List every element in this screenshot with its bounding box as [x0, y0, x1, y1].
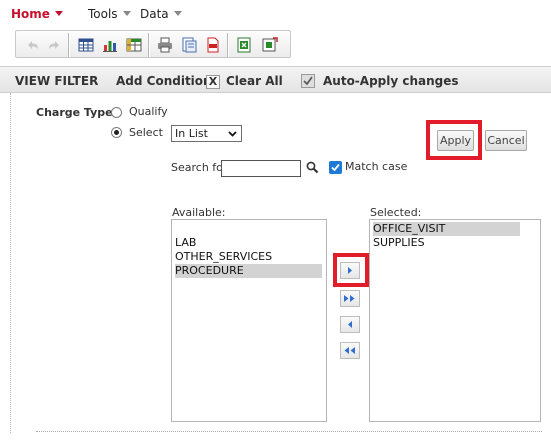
view-filter-header: VIEW FILTER Add Condition X Clear All Au… [0, 66, 551, 93]
print-icon[interactable] [156, 36, 174, 54]
menu-tools[interactable]: Tools [88, 7, 131, 21]
menu-home[interactable]: Home [11, 7, 63, 21]
export-icon[interactable] [180, 36, 198, 54]
available-label: Available: [172, 206, 226, 219]
selected-listbox[interactable]: OFFICE_VISIT SUPPLIES [369, 219, 541, 422]
menu-tools-label: Tools [88, 7, 118, 21]
toolbar-divider [68, 33, 70, 57]
clear-all-link[interactable]: Clear All [226, 74, 283, 88]
operator-select[interactable]: In List [171, 125, 242, 142]
refresh-icon[interactable] [261, 36, 279, 54]
qualify-radio-label: Qualify [129, 105, 168, 118]
move-right-icon[interactable] [340, 262, 360, 279]
move-all-right-icon[interactable] [340, 290, 360, 307]
add-condition-link[interactable]: Add Condition [116, 74, 212, 88]
excel-icon[interactable] [235, 36, 253, 54]
operator-select-value: In List [175, 127, 208, 140]
divider [10, 93, 11, 433]
pdf-icon[interactable] [204, 36, 222, 54]
search-input[interactable] [221, 160, 301, 177]
move-all-left-icon[interactable] [340, 342, 360, 359]
match-case-label: Match case [345, 160, 408, 173]
list-item[interactable]: PROCEDURE [175, 264, 322, 278]
field-label: Charge Type [36, 106, 113, 119]
chevron-down-icon [228, 131, 237, 137]
chevron-down-icon [173, 11, 182, 16]
auto-apply-label: Auto-Apply changes [323, 74, 459, 88]
list-item[interactable]: OTHER_SERVICES [175, 250, 272, 264]
list-item[interactable]: LAB [175, 236, 196, 250]
chart-icon[interactable] [101, 36, 119, 54]
qualify-radio[interactable] [111, 107, 122, 118]
pivot-icon[interactable] [125, 36, 143, 54]
search-icon[interactable] [306, 161, 319, 174]
selected-label: Selected: [370, 206, 422, 219]
toolbar-divider [148, 33, 150, 57]
list-item[interactable]: SUPPLIES [373, 236, 425, 250]
menu-data-label: Data [140, 7, 169, 21]
cancel-button[interactable]: Cancel [485, 130, 527, 151]
move-left-icon[interactable] [340, 316, 360, 333]
auto-apply-checkbox[interactable] [301, 74, 315, 88]
table-icon[interactable] [77, 36, 95, 54]
undo-icon[interactable] [24, 36, 42, 54]
toolbar [15, 30, 291, 58]
match-case-checkbox[interactable] [329, 161, 342, 174]
select-radio-label: Select [129, 126, 163, 139]
menu-bar: Home Tools Data [0, 0, 551, 28]
select-radio[interactable] [111, 127, 122, 138]
toolbar-divider [227, 33, 229, 57]
apply-button[interactable]: Apply [437, 130, 474, 151]
available-listbox[interactable]: LAB OTHER_SERVICES PROCEDURE [171, 219, 327, 422]
menu-home-label: Home [11, 7, 50, 21]
chevron-down-icon [122, 11, 131, 16]
list-item[interactable]: OFFICE_VISIT [373, 222, 520, 236]
close-icon[interactable]: X [206, 75, 220, 89]
redo-icon[interactable] [45, 36, 63, 54]
view-filter-title: VIEW FILTER [15, 74, 99, 88]
divider [36, 431, 542, 432]
chevron-down-icon [54, 11, 63, 16]
menu-data[interactable]: Data [140, 7, 182, 21]
